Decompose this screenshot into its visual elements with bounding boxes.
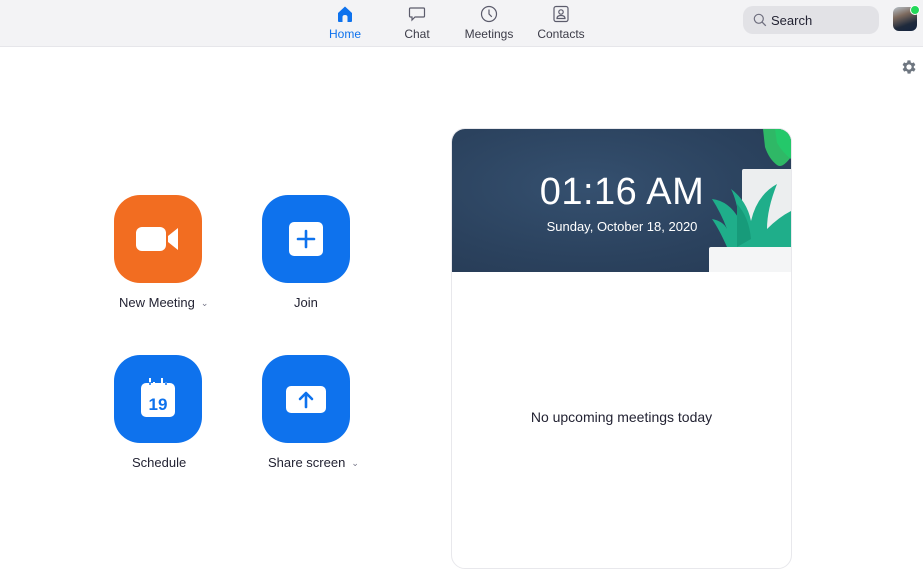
join-label[interactable]: Join bbox=[294, 295, 318, 310]
join-button[interactable] bbox=[262, 195, 350, 283]
new-meeting-text: New Meeting bbox=[119, 295, 195, 310]
plus-icon bbox=[289, 222, 323, 256]
no-meetings-message: No upcoming meetings today bbox=[530, 409, 713, 425]
tab-home-label: Home bbox=[328, 27, 361, 41]
new-meeting-button[interactable] bbox=[114, 195, 202, 283]
clock-banner: 01:16 AM Sunday, October 18, 2020 bbox=[452, 129, 791, 272]
chevron-down-icon[interactable]: ⌄ bbox=[201, 298, 209, 309]
schedule-button[interactable]: 19 bbox=[114, 355, 202, 443]
tab-chat[interactable]: Chat bbox=[382, 4, 452, 44]
current-date: Sunday, October 18, 2020 bbox=[546, 219, 698, 234]
tab-meetings-label: Meetings bbox=[464, 27, 514, 41]
search-input[interactable]: Search bbox=[743, 6, 879, 34]
video-camera-icon bbox=[136, 227, 178, 251]
search-icon bbox=[753, 13, 767, 27]
avatar[interactable] bbox=[893, 5, 920, 31]
tab-chat-label: Chat bbox=[404, 27, 430, 41]
contacts-icon bbox=[553, 5, 569, 23]
tab-meetings[interactable]: Meetings bbox=[454, 4, 524, 44]
calendar-day: 19 bbox=[149, 395, 168, 414]
tab-home[interactable]: Home bbox=[310, 4, 380, 44]
share-screen-label[interactable]: Share screen ⌄ bbox=[268, 455, 359, 470]
share-screen-text: Share screen bbox=[268, 455, 346, 470]
schedule-label[interactable]: Schedule bbox=[132, 455, 186, 470]
share-screen-button[interactable] bbox=[262, 355, 350, 443]
chevron-down-icon[interactable]: ⌄ bbox=[351, 458, 359, 469]
plant-illustration bbox=[709, 129, 791, 272]
online-status-dot bbox=[910, 5, 920, 15]
chat-icon bbox=[408, 7, 426, 22]
upcoming-meetings-panel: 01:16 AM Sunday, October 18, 2020 No upc… bbox=[451, 128, 792, 569]
tab-contacts-label: Contacts bbox=[537, 27, 585, 41]
current-time: 01:16 AM bbox=[539, 171, 705, 213]
search-placeholder: Search bbox=[771, 13, 813, 28]
clock-icon bbox=[480, 5, 498, 23]
tab-contacts[interactable]: Contacts bbox=[526, 4, 596, 44]
home-icon bbox=[338, 6, 352, 22]
settings-gear-icon[interactable] bbox=[900, 58, 918, 76]
new-meeting-label[interactable]: New Meeting ⌄ bbox=[119, 295, 208, 310]
top-nav-bar: Home Chat Meetings Contacts Search bbox=[0, 0, 923, 47]
upload-arrow-icon bbox=[286, 386, 326, 413]
calendar-icon: 19 bbox=[141, 378, 175, 417]
